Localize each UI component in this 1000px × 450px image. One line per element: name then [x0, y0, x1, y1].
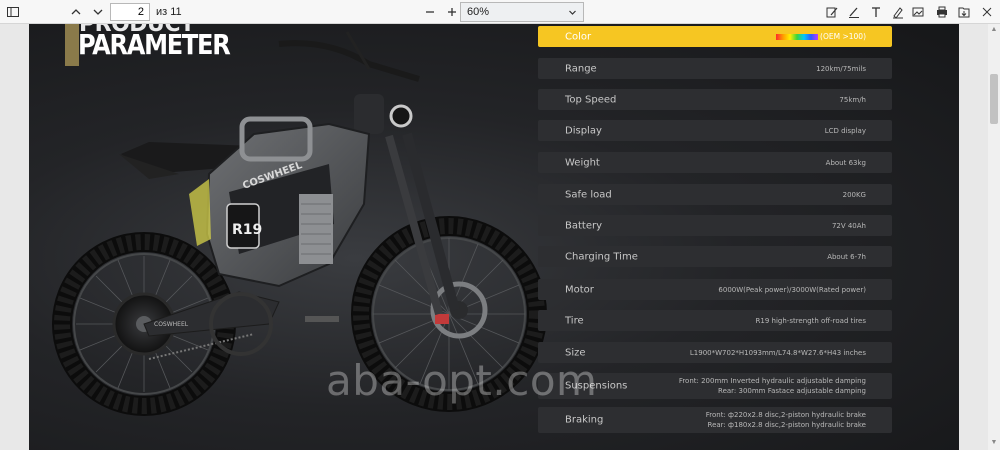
spec-row-charging-time: Charging Time About 6-7h — [538, 246, 892, 267]
spec-value: 72V 40Ah — [831, 221, 866, 230]
spec-row-safe-load: Safe load 200KG — [538, 184, 892, 205]
more-options-icon[interactable] — [977, 2, 997, 22]
spec-value: L1900*W702*H1093mm/L74.8*W27.6*H43 inche… — [689, 348, 866, 357]
spec-row-top-speed: Top Speed 75km/h — [538, 89, 892, 110]
title-main-text: PARAMETER — [78, 28, 231, 61]
spec-value: About 63kg — [825, 158, 866, 167]
zoom-out-button[interactable] — [420, 2, 440, 22]
spec-label: Weight — [565, 157, 600, 168]
electric-motorcycle-image: COSWHEEL R19 COSWHEEL — [52, 31, 547, 416]
highlight-pen-icon[interactable] — [844, 2, 864, 22]
pdf-page: COSWHEEL R19 COSWHEEL PRODUCT PARAMETER — [29, 24, 959, 450]
spec-value: 200KG — [842, 190, 866, 199]
page-number-input[interactable] — [110, 3, 150, 21]
draw-icon[interactable] — [888, 2, 908, 22]
spec-value: (OEM >100) — [776, 32, 866, 42]
swingarm-brand-label: COSWHEEL — [154, 321, 189, 328]
spec-value: 6000W(Peak power)/3000W(Rated power) — [718, 285, 866, 294]
spec-row-suspensions: Suspensions Front: 200mm Inverted hydrau… — [538, 373, 892, 399]
page-total-label: из 11 — [156, 6, 182, 18]
print-icon[interactable] — [932, 2, 952, 22]
spec-value: Front: ф220x2.8 disc,2-piston hydraulic … — [705, 411, 866, 429]
spec-label: Color — [565, 31, 592, 42]
previous-page-button[interactable] — [66, 2, 86, 22]
vertical-scrollbar[interactable]: ▲ ▼ — [988, 24, 1000, 450]
spec-row-weight: Weight About 63kg — [538, 152, 892, 173]
color-swatch-icon — [776, 33, 819, 40]
spec-row-color: Color (OEM >100) — [538, 26, 892, 47]
spec-label: Motor — [565, 284, 594, 295]
spec-label: Braking — [565, 414, 604, 426]
spec-value: 75km/h — [839, 95, 866, 104]
front-wheel — [351, 216, 547, 412]
spec-row-range: Range 120km/75mils — [538, 58, 892, 79]
spec-row-braking: Braking Front: ф220x2.8 disc,2-piston hy… — [538, 407, 892, 433]
spec-row-tire: Tire R19 high-strength off-road tires — [538, 310, 892, 331]
next-page-button[interactable] — [88, 2, 108, 22]
pdf-toolbar: из 11 60% — [0, 0, 1000, 24]
save-icon[interactable] — [954, 2, 974, 22]
spec-value: Front: 200mm Inverted hydraulic adjustab… — [678, 377, 866, 395]
spec-label: Tire — [565, 315, 584, 326]
spec-label: Range — [565, 63, 597, 74]
spec-label: Top Speed — [565, 94, 617, 105]
scroll-down-icon[interactable]: ▼ — [990, 439, 998, 447]
text-tool-icon[interactable] — [866, 2, 886, 22]
spec-row-motor: Motor 6000W(Peak power)/3000W(Rated powe… — [538, 279, 892, 300]
spec-label: Suspensions — [565, 380, 628, 392]
spec-label: Display — [565, 125, 602, 136]
spec-label: Size — [565, 347, 586, 358]
spec-value: 120km/75mils — [816, 64, 866, 73]
spec-value: LCD display — [824, 126, 866, 135]
zoom-in-button[interactable] — [442, 2, 462, 22]
scroll-up-icon[interactable]: ▲ — [990, 26, 998, 34]
sidebar-toggle-icon[interactable] — [3, 2, 23, 22]
scroll-thumb[interactable] — [990, 74, 998, 124]
spec-value: R19 high-strength off-road tires — [755, 316, 866, 325]
spec-label: Charging Time — [565, 251, 638, 262]
document-viewport[interactable]: COSWHEEL R19 COSWHEEL PRODUCT PARAMETER — [0, 24, 988, 450]
zoom-value: 60% — [467, 6, 490, 18]
chevron-down-icon — [569, 10, 576, 15]
spec-row-size: Size L1900*W702*H1093mm/L74.8*W27.6*H43 … — [538, 342, 892, 363]
spec-label: Battery — [565, 220, 603, 231]
spec-row-display: Display LCD display — [538, 120, 892, 141]
spec-value: About 6-7h — [827, 252, 866, 261]
spec-label: Safe load — [565, 189, 612, 200]
edit-text-icon[interactable] — [822, 2, 842, 22]
model-label: R19 — [232, 222, 262, 238]
page-title: PRODUCT PARAMETER — [65, 24, 231, 66]
image-icon[interactable] — [908, 2, 928, 22]
zoom-select[interactable]: 60% — [460, 2, 584, 22]
spec-row-battery: Battery 72V 40Ah — [538, 215, 892, 236]
